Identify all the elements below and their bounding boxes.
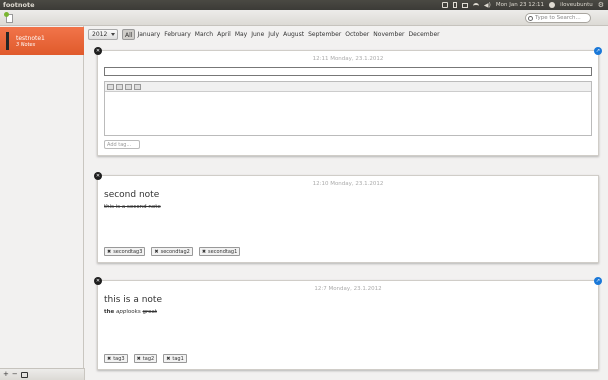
month-december[interactable]: December <box>407 29 442 40</box>
month-august[interactable]: August <box>281 29 306 40</box>
add-notebook-button[interactable]: + <box>3 371 9 378</box>
sidebar-item-notebook[interactable]: testnote1 3 Notes <box>0 27 84 55</box>
gear-icon[interactable]: ⚙ <box>598 1 604 9</box>
month-september[interactable]: September <box>306 29 343 40</box>
tag-label: tag1 <box>172 355 184 362</box>
note-body-text: looks <box>126 309 141 315</box>
note-card: ✕ 12:10 Monday, 23.1.2012 second note th… <box>94 172 599 263</box>
user-icon <box>549 2 556 8</box>
new-note-button[interactable] <box>4 12 14 23</box>
note-body-strike: great <box>142 309 157 315</box>
tag-label: tag2 <box>142 355 155 362</box>
year-select[interactable]: 2012 <box>88 28 118 40</box>
month-january[interactable]: January <box>135 29 162 40</box>
tag-label: secondtag2 <box>160 248 190 255</box>
notebook-name: testnote1 <box>16 35 45 42</box>
year-value: 2012 <box>92 30 108 38</box>
network-icon[interactable] <box>472 2 479 8</box>
search-icon <box>528 15 533 21</box>
month-all[interactable]: All <box>122 28 136 40</box>
close-icon[interactable]: ✕ <box>94 277 102 285</box>
note-body-bold: the <box>104 309 115 315</box>
clear-format-icon[interactable] <box>134 83 141 90</box>
note-date: 12:10 Monday, 23.1.2012 <box>312 181 384 187</box>
folder-icon[interactable] <box>20 371 28 378</box>
clock[interactable]: Mon Jan 23 12:11 <box>496 2 544 8</box>
chevron-down-icon <box>111 32 116 36</box>
note-date: 12:11 Monday, 23.1.2012 <box>312 56 384 62</box>
remove-tag-icon[interactable]: ✖ <box>202 249 206 255</box>
bold-format-icon[interactable] <box>107 83 114 90</box>
month-november[interactable]: November <box>371 29 406 40</box>
top-panel: footnote ◀) Mon Jan 23 12:11 iloveubuntu… <box>0 0 608 10</box>
tag-list: ✖ tag3 ✖ tag2 ✖ tag1 <box>104 354 187 363</box>
tag[interactable]: ✖ secondtag3 <box>104 247 146 256</box>
note-card: ✕ ↗ 12:11 Monday, 23.1.2012 <box>94 47 602 156</box>
close-icon[interactable]: ✕ <box>94 47 102 55</box>
note-title[interactable]: this is a note <box>104 295 162 305</box>
tag-label: secondtag1 <box>208 248 238 255</box>
tag[interactable]: ✖ secondtag2 <box>151 247 193 256</box>
month-filter-bar: 2012 All January February March April Ma… <box>88 28 442 40</box>
notes-area: ✕ ↗ 12:11 Monday, 23.1.2012 ✕ 12:10 Mond… <box>85 42 608 380</box>
remove-tag-icon[interactable]: ✖ <box>154 249 158 255</box>
mail-icon[interactable] <box>461 2 468 8</box>
note-body[interactable]: the applooks great <box>104 309 157 315</box>
remove-notebook-button[interactable]: − <box>12 371 18 378</box>
month-april[interactable]: April <box>215 29 233 40</box>
close-icon[interactable]: ✕ <box>94 172 102 180</box>
remove-tag-icon[interactable]: ✖ <box>107 356 111 362</box>
note-card: ✕ ↗ 12:7 Monday, 23.1.2012 this is a not… <box>94 277 602 370</box>
search-input[interactable] <box>535 15 589 21</box>
month-june[interactable]: June <box>249 29 266 40</box>
open-note-icon[interactable]: ↗ <box>594 277 602 285</box>
tag-label: tag3 <box>113 355 125 362</box>
remove-tag-icon[interactable]: ✖ <box>166 356 170 362</box>
note-body-italic: app <box>116 309 127 315</box>
tag[interactable]: ✖ tag1 <box>163 354 187 363</box>
strike-format-icon[interactable] <box>125 83 132 90</box>
keyboard-icon[interactable] <box>441 2 448 8</box>
tag[interactable]: ✖ tag3 <box>104 354 128 363</box>
tag-label: secondtag3 <box>113 248 143 255</box>
note-title-input[interactable] <box>104 67 592 76</box>
add-tag-input[interactable] <box>104 140 140 149</box>
tag-list: ✖ secondtag3 ✖ secondtag2 ✖ secondtag1 <box>104 247 241 256</box>
notebook-count: 3 Notes <box>16 42 36 48</box>
month-october[interactable]: October <box>343 29 371 40</box>
app-title: footnote <box>3 1 35 9</box>
battery-icon[interactable] <box>452 2 457 8</box>
italic-format-icon[interactable] <box>116 83 123 90</box>
sidebar-footer: + − <box>0 368 85 380</box>
remove-tag-icon[interactable]: ✖ <box>107 249 111 255</box>
note-date: 12:7 Monday, 23.1.2012 <box>314 286 382 292</box>
user-name[interactable]: iloveubuntu <box>560 2 593 8</box>
format-toolbar <box>105 82 591 92</box>
month-february[interactable]: February <box>162 29 193 40</box>
search-box[interactable] <box>525 13 591 23</box>
note-title[interactable]: second note <box>104 190 159 200</box>
new-badge-icon <box>4 12 9 17</box>
sidebar: testnote1 3 Notes <box>0 26 84 368</box>
remove-tag-icon[interactable]: ✖ <box>137 356 141 362</box>
indicator-area: ◀) Mon Jan 23 12:11 iloveubuntu ⚙ <box>441 1 608 9</box>
month-may[interactable]: May <box>233 29 249 40</box>
sound-icon[interactable]: ◀) <box>484 2 491 9</box>
month-march[interactable]: March <box>193 29 215 40</box>
tag[interactable]: ✖ secondtag1 <box>198 247 241 256</box>
open-note-icon[interactable]: ↗ <box>594 47 602 55</box>
notebook-icon <box>6 32 9 50</box>
month-july[interactable]: July <box>266 29 281 40</box>
note-body[interactable]: this is a second note <box>104 204 161 210</box>
toolbar <box>0 10 608 26</box>
note-editor[interactable] <box>104 81 592 136</box>
tag[interactable]: ✖ tag2 <box>133 354 158 363</box>
